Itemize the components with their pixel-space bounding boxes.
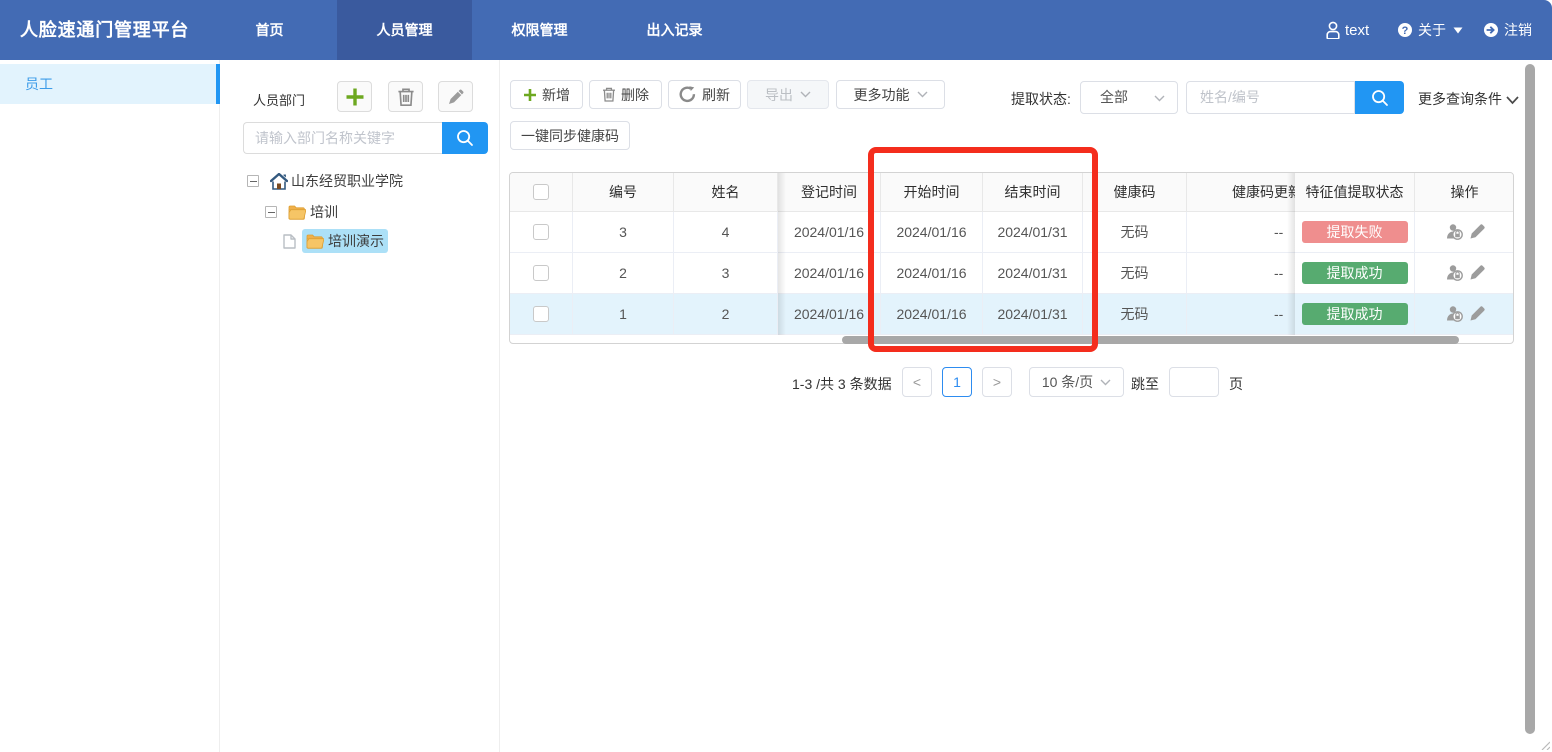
- svg-text:?: ?: [1402, 25, 1409, 37]
